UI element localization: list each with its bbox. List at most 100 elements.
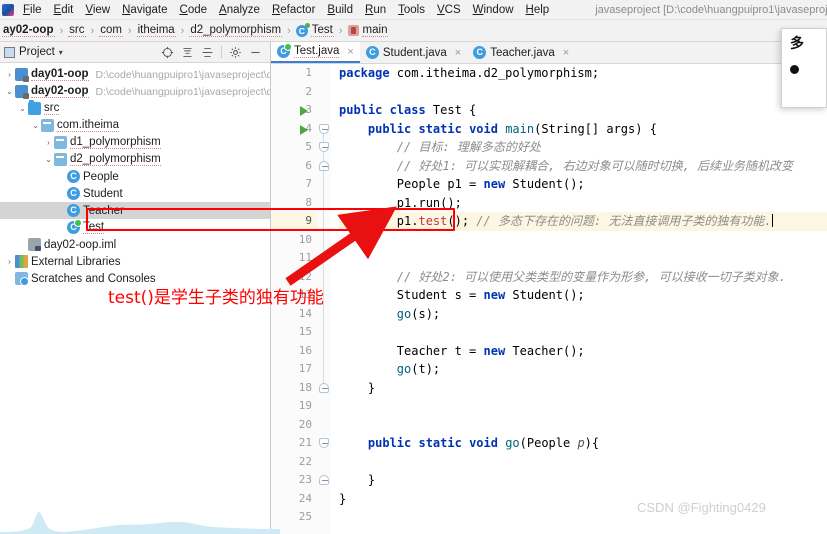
code-line[interactable]: // 好处1: 可以实现解耦合, 右边对象可以随时切换, 后续业务随机改变 [339, 157, 827, 176]
run-method-icon[interactable] [300, 124, 310, 135]
menu-item-code[interactable]: Code [174, 0, 214, 20]
menu-item-analyze[interactable]: Analyze [213, 0, 266, 20]
code-line[interactable] [339, 323, 827, 342]
editor-tab-test-java[interactable]: C Test.java × [271, 42, 360, 63]
code-line[interactable]: public class Test { [339, 101, 827, 120]
code-token: } [339, 491, 347, 506]
collapse-all-icon[interactable] [201, 46, 214, 59]
tree-item-day02-oop-iml[interactable]: day02-oop.iml [0, 236, 270, 253]
code-line[interactable] [339, 397, 827, 416]
code-line[interactable]: p1.test(); // 多态下存在的问题: 无法直接调用子类的独有功能. [339, 212, 827, 231]
code-line[interactable]: } [339, 471, 827, 490]
expand-all-icon[interactable] [181, 46, 194, 59]
tree-expand-arrow-icon[interactable]: ⌄ [4, 87, 15, 96]
tree-item-day01-oop[interactable]: › day01-oop D:\code\huangpuipro1\javasepro… [0, 66, 270, 83]
minimize-icon[interactable] [249, 46, 262, 59]
breadcrumb[interactable]: ay02-oop › src › com › itheima › d2_polymorphism… [0, 20, 827, 42]
code-line[interactable]: People p1 = new Student(); [339, 175, 827, 194]
code-token: p [577, 436, 585, 450]
breadcrumb-item-ay02-oop[interactable]: ay02-oop [2, 24, 55, 37]
breadcrumb-item-test[interactable]: C Test [295, 22, 334, 37]
tree-expand-arrow-icon[interactable]: › [4, 70, 15, 79]
close-icon[interactable]: × [347, 46, 353, 58]
close-icon[interactable]: × [455, 47, 461, 59]
tree-item-label: d2_polymorphism [70, 153, 161, 166]
tree-item-src[interactable]: ⌄ src [0, 100, 270, 117]
tree-item-d2-polymorphism[interactable]: ⌄ d2_polymorphism [0, 151, 270, 168]
tree-item-d1-polymorphism[interactable]: › d1_polymorphism [0, 134, 270, 151]
module-icon [15, 85, 29, 99]
code-fold-toggle-icon[interactable] [319, 123, 329, 134]
menu-item-help[interactable]: Help [520, 0, 556, 20]
code-line[interactable]: public static void go(People p){ [339, 434, 827, 453]
chevron-down-icon[interactable]: ▾ [59, 48, 63, 57]
tree-expand-arrow-icon[interactable]: ⌄ [43, 155, 54, 164]
breadcrumb-item-com[interactable]: com [99, 24, 123, 37]
menu-item-tools[interactable]: Tools [392, 0, 431, 20]
code-area[interactable]: 1 2 3 4 5 6 7 8 9 10 11 12 13 14 15 16 17 18 19 20 21 22 23 24 2… [271, 64, 827, 534]
tree-item-external-libraries[interactable]: › External Libraries [0, 253, 270, 270]
code-line[interactable]: go(s); [339, 305, 827, 324]
code-line[interactable]: Teacher t = new Teacher(); [339, 342, 827, 361]
menu-item-file[interactable]: File [17, 0, 48, 20]
code-fold-toggle-icon[interactable] [319, 142, 329, 152]
menu-item-edit[interactable]: Edit [48, 0, 80, 20]
menu-item-navigate[interactable]: Navigate [116, 0, 173, 20]
breadcrumb-item-src[interactable]: src [68, 24, 86, 37]
code-line[interactable]: } [339, 379, 827, 398]
code-fold-toggle-icon[interactable] [319, 382, 329, 393]
code-text[interactable]: package com.itheima.d2_polymorphism; pub… [331, 64, 827, 534]
code-line[interactable] [339, 416, 827, 435]
side-popup-panel[interactable]: 多 [781, 28, 827, 108]
tree-expand-arrow-icon[interactable]: ⌄ [17, 104, 28, 113]
editor-tab-teacher-java[interactable]: C Teacher.java × [467, 42, 575, 63]
code-fold-toggle-icon[interactable] [319, 438, 329, 448]
editor-tab-student-java[interactable]: C Student.java × [360, 42, 467, 63]
tree-item-test[interactable]: C Test [0, 219, 270, 236]
locate-icon[interactable] [161, 46, 174, 59]
settings-gear-icon[interactable] [229, 46, 242, 59]
tree-item-day02-oop[interactable]: ⌄ day02-oop D:\code\huangpuipro1\javasepro… [0, 83, 270, 100]
code-line[interactable] [339, 249, 827, 268]
code-line[interactable]: go(t); [339, 360, 827, 379]
tree-expand-arrow-icon[interactable]: › [43, 138, 54, 147]
code-fold-toggle-icon[interactable] [319, 160, 329, 171]
scratches-icon [15, 272, 29, 286]
tree-expand-arrow-icon[interactable]: › [4, 257, 15, 266]
tree-expand-arrow-icon[interactable]: ⌄ [30, 121, 41, 130]
menu-item-view[interactable]: View [79, 0, 116, 20]
editor-tabs[interactable]: C Test.java × C Student.java × C Teacher.java × [271, 42, 827, 64]
breadcrumb-item-main[interactable]: main [347, 24, 389, 37]
code-token: main [505, 121, 535, 136]
editor-tab-label: Student.java [382, 46, 447, 59]
tree-item-people[interactable]: C People [0, 168, 270, 185]
code-line[interactable]: Student s = new Student(); [339, 286, 827, 305]
code-line[interactable]: // 好处2: 可以使用父类类型的变量作为形参, 可以接收一切子类对象. [339, 268, 827, 287]
editor-tab-label: Teacher.java [490, 46, 555, 59]
line-number: 11 [298, 251, 312, 264]
menu-item-build[interactable]: Build [321, 0, 359, 20]
code-fold-toggle-icon[interactable] [319, 475, 329, 485]
tree-item-label: src [44, 102, 60, 115]
close-icon[interactable]: × [563, 47, 569, 59]
menu-item-vcs[interactable]: VCS [431, 0, 467, 20]
code-line[interactable] [339, 83, 827, 102]
tree-item-student[interactable]: C Student [0, 185, 270, 202]
project-tree[interactable]: › day01-oop D:\code\huangpuipro1\javasepro… [0, 63, 270, 287]
breadcrumb-item-itheima[interactable]: itheima [136, 24, 176, 37]
breadcrumb-item-d2-polymorphism[interactable]: d2_polymorphism [189, 24, 283, 37]
tree-item-label: day02-oop.iml [44, 238, 117, 251]
menu-item-run[interactable]: Run [359, 0, 392, 20]
code-line[interactable]: // 目标: 理解多态的好处 [339, 138, 827, 157]
code-line[interactable]: package com.itheima.d2_polymorphism; [339, 64, 827, 83]
tree-item-teacher[interactable]: C Teacher [0, 202, 270, 219]
run-method-icon[interactable] [300, 106, 310, 116]
line-number: 9 [271, 212, 317, 231]
code-line[interactable] [339, 231, 827, 250]
menu-item-refactor[interactable]: Refactor [266, 0, 321, 20]
code-line[interactable]: p1.run(); [339, 194, 827, 213]
code-line[interactable]: public static void main(String[] args) { [339, 120, 827, 139]
tree-item-com-itheima[interactable]: ⌄ com.itheima [0, 117, 270, 134]
code-line[interactable] [339, 453, 827, 472]
menu-item-window[interactable]: Window [467, 0, 520, 20]
